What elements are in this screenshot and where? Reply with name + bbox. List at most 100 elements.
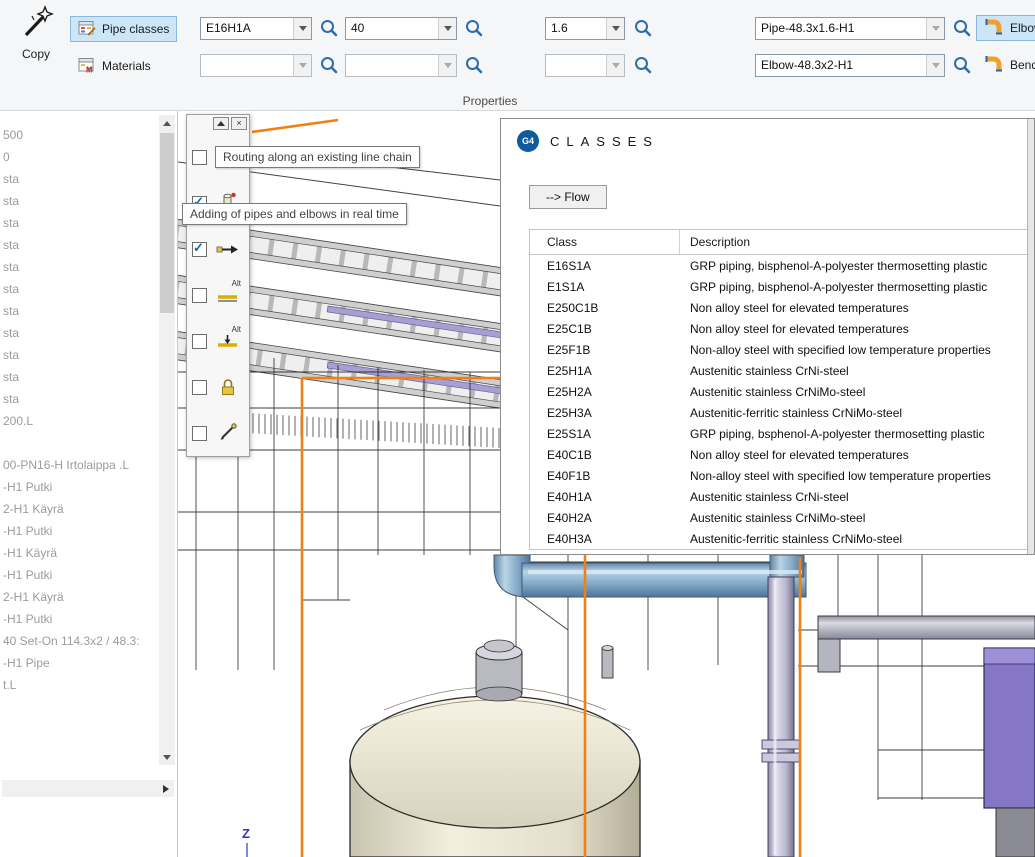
chevron-down-icon[interactable] <box>293 55 311 76</box>
scrollbar-thumb[interactable] <box>160 133 174 313</box>
alt-line-checkbox[interactable] <box>192 288 207 303</box>
option-row-lock <box>187 364 249 410</box>
size-search-button-2[interactable] <box>463 54 485 76</box>
chevron-down-icon[interactable] <box>606 55 624 76</box>
class-row[interactable]: E40H3AAustenitic-ferritic stainless CrNi… <box>530 528 1035 549</box>
list-item[interactable]: sta <box>0 168 157 190</box>
silver-pipe <box>762 577 800 857</box>
direction-checkbox[interactable] <box>192 242 207 257</box>
chevron-down-icon[interactable] <box>438 18 456 39</box>
dialog-scrollbar[interactable] <box>1027 119 1034 554</box>
pipe-class-search-button[interactable] <box>318 17 340 39</box>
list-item[interactable]: 0 <box>0 146 157 168</box>
class-row[interactable]: E25C1BNon alloy steel for elevated tempe… <box>530 318 1035 339</box>
tank-manhole <box>476 640 522 701</box>
list-item[interactable]: sta <box>0 256 157 278</box>
classes-table-body: E16S1AGRP piping, bisphenol-A-polyester … <box>530 255 1035 549</box>
left-panel-list: 5000stastastastastastastastastastasta200… <box>0 124 157 744</box>
collapse-icon[interactable] <box>213 117 229 130</box>
pipe-part-combo[interactable]: Pipe-48.3x1.6-H1 <box>755 17 945 40</box>
pressure-combo-2[interactable] <box>545 54 625 77</box>
list-item[interactable]: -H1 Käyrä <box>0 542 157 564</box>
list-item[interactable]: sta <box>0 300 157 322</box>
size-combo[interactable]: 40 <box>345 17 457 40</box>
bends-button[interactable]: Bends <box>976 52 1035 78</box>
list-item[interactable]: sta <box>0 322 157 344</box>
class-row[interactable]: E25H2AAustenitic stainless CrNiMo-steel <box>530 381 1035 402</box>
copy-tool-button[interactable]: Copy <box>8 4 64 74</box>
classes-table: Class Description E16S1AGRP piping, bisp… <box>529 229 1035 550</box>
vertical-scrollbar[interactable] <box>159 115 175 765</box>
list-item[interactable]: -H1 Putki <box>0 608 157 630</box>
list-item[interactable]: 200.L <box>0 410 157 432</box>
pipe-class-combo[interactable]: E16H1A <box>200 17 312 40</box>
pressure-combo[interactable]: 1.6 <box>545 17 625 40</box>
bend-icon <box>984 55 1004 76</box>
lock-checkbox[interactable] <box>192 380 207 395</box>
ribbon-group-label: Properties <box>200 94 780 108</box>
description-column-header[interactable]: Description <box>680 235 1035 249</box>
list-item[interactable]: 00-PN16-H Irtolaippa .L <box>0 454 157 476</box>
list-item[interactable]: sta <box>0 344 157 366</box>
classes-dialog: G4 CLASSES --> Flow Class Description E1… <box>500 118 1035 555</box>
list-item[interactable]: sta <box>0 278 157 300</box>
list-item[interactable]: sta <box>0 212 157 234</box>
list-item[interactable]: 500 <box>0 124 157 146</box>
class-row[interactable]: E25F1BNon-alloy steel with specified low… <box>530 339 1035 360</box>
pressure-search-button-2[interactable] <box>632 54 654 76</box>
scroll-down-button[interactable] <box>159 749 175 765</box>
class-row[interactable]: E1S1AGRP piping, bisphenol-A-polyester t… <box>530 276 1035 297</box>
chevron-down-icon[interactable] <box>926 18 944 39</box>
list-item[interactable]: sta <box>0 366 157 388</box>
line-chain-checkbox[interactable] <box>192 150 207 165</box>
list-item[interactable]: -H1 Putki <box>0 520 157 542</box>
materials-button[interactable]: M Materials <box>70 53 159 79</box>
list-item[interactable]: -H1 Putki <box>0 476 157 498</box>
class-column-header[interactable]: Class <box>530 230 680 254</box>
chevron-down-icon[interactable] <box>606 18 624 39</box>
elbows-button[interactable]: Elbows <box>976 15 1035 41</box>
class-row[interactable]: E16S1AGRP piping, bisphenol-A-polyester … <box>530 255 1035 276</box>
list-item[interactable] <box>0 432 157 454</box>
pressure-search-button[interactable] <box>632 17 654 39</box>
list-item[interactable]: 40 Set-On 114.3x2 / 48.3: <box>0 630 157 652</box>
class-row[interactable]: E40H1AAustenitic stainless CrNi-steel <box>530 486 1035 507</box>
elbow-part-search-button[interactable] <box>951 54 973 76</box>
size-search-button[interactable] <box>463 17 485 39</box>
list-item[interactable]: sta <box>0 388 157 410</box>
slope-checkbox[interactable] <box>192 426 207 441</box>
size-combo-2[interactable] <box>345 54 457 77</box>
class-row[interactable]: E25H1AAustenitic stainless CrNi-steel <box>530 360 1035 381</box>
pipe-part-search-button[interactable] <box>951 17 973 39</box>
pipe-classes-button[interactable]: Pipe classes <box>70 16 177 42</box>
horizontal-scrollbar[interactable] <box>2 780 174 797</box>
class-row[interactable]: E40F1BNon-alloy steel with specified low… <box>530 465 1035 486</box>
class-row[interactable]: E25H3AAustenitic-ferritic stainless CrNi… <box>530 402 1035 423</box>
chevron-down-icon[interactable] <box>926 55 944 76</box>
scroll-right-button[interactable] <box>157 780 174 797</box>
list-item[interactable]: t.L <box>0 674 157 696</box>
material-value <box>201 55 293 76</box>
class-row[interactable]: E40H2AAustenitic stainless CrNiMo-steel <box>530 507 1035 528</box>
flow-button[interactable]: --> Flow <box>529 185 607 209</box>
class-row[interactable]: E250C1BNon alloy steel for elevated temp… <box>530 297 1035 318</box>
list-item[interactable]: 2-H1 Käyrä <box>0 586 157 608</box>
list-item[interactable]: sta <box>0 190 157 212</box>
close-icon[interactable]: × <box>231 117 247 130</box>
material-search-button[interactable] <box>318 54 340 76</box>
elbow-part-combo[interactable]: Elbow-48.3x2-H1 <box>755 54 945 77</box>
chevron-down-icon[interactable] <box>438 55 456 76</box>
list-item[interactable]: -H1 Putki <box>0 564 157 586</box>
elbow-part-value: Elbow-48.3x2-H1 <box>756 55 926 76</box>
lock-icon <box>215 374 241 400</box>
scroll-up-button[interactable] <box>159 115 175 131</box>
list-item[interactable]: -H1 Pipe <box>0 652 157 674</box>
alt-elevation-checkbox[interactable] <box>192 334 207 349</box>
alt-line-icon: Alt <box>215 282 241 308</box>
class-row[interactable]: E25S1AGRP piping, bsphenol-A-polyester t… <box>530 423 1035 444</box>
class-row[interactable]: E40C1BNon alloy steel for elevated tempe… <box>530 444 1035 465</box>
list-item[interactable]: 2-H1 Käyrä <box>0 498 157 520</box>
chevron-down-icon[interactable] <box>293 18 311 39</box>
material-combo[interactable] <box>200 54 312 77</box>
list-item[interactable]: sta <box>0 234 157 256</box>
